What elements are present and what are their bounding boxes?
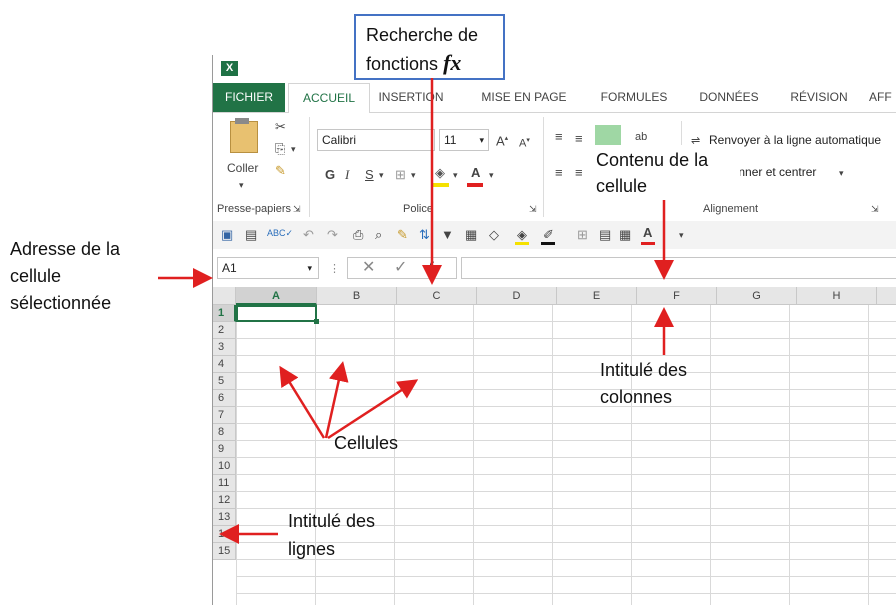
arrow-cells-2 — [324, 361, 349, 439]
arrow-cells-1 — [279, 365, 326, 439]
annotation-arrows — [158, 78, 674, 544]
arrow-cells-3 — [327, 379, 419, 440]
